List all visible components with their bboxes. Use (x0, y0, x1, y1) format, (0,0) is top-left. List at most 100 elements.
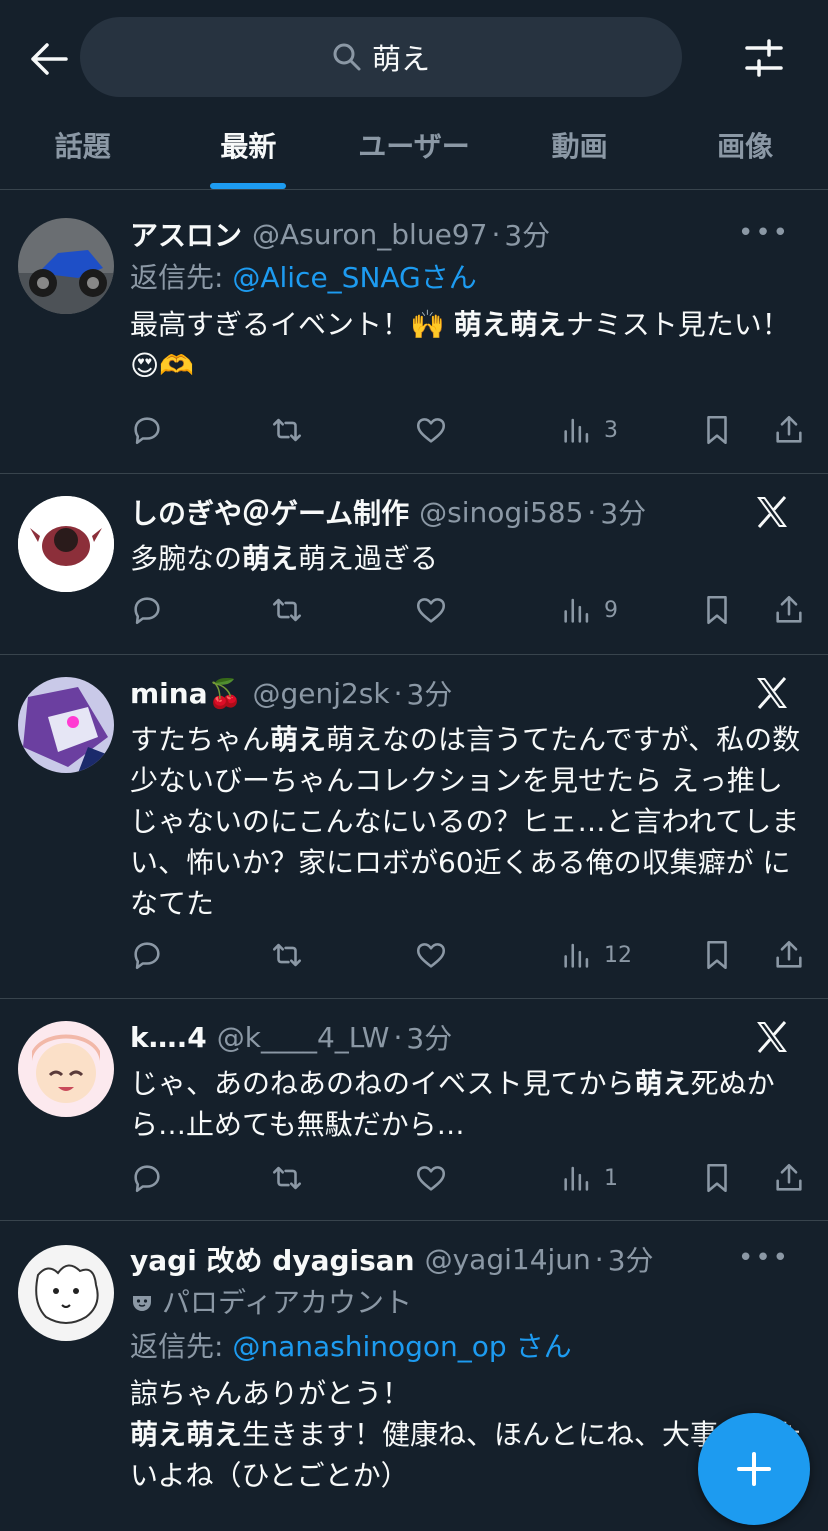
heart-icon (416, 943, 446, 968)
user-handle[interactable]: @genj2sk (252, 677, 389, 710)
views-button[interactable]: 1 (560, 1156, 618, 1200)
tweet-header: mina🍒 @genj2sk · 3分 (130, 671, 810, 715)
timestamp[interactable]: 3分 (406, 1017, 452, 1057)
reply-icon (134, 597, 160, 625)
user-handle[interactable]: @k____4_LW (217, 1021, 390, 1054)
views-button[interactable]: 3 (560, 408, 618, 452)
search-tabs: 話題 最新 ユーザー 動画 画像 (0, 110, 828, 190)
more-icon[interactable]: ••• (738, 218, 790, 248)
reply-button[interactable] (130, 1156, 164, 1200)
tweet[interactable]: mina🍒 @genj2sk · 3分 すたちゃん萌え萌えなのは言うてたんですが… (0, 655, 828, 999)
timestamp[interactable]: 3分 (504, 214, 550, 254)
repost-button[interactable] (270, 588, 304, 632)
view-count: 9 (604, 597, 618, 623)
display-name[interactable]: mina🍒 (130, 677, 242, 710)
timestamp[interactable]: 3分 (600, 492, 646, 532)
arrow-left-icon (31, 43, 68, 75)
display-name[interactable]: アスロン (130, 214, 242, 254)
repost-button[interactable] (270, 1156, 304, 1200)
heart-icon (416, 418, 446, 443)
bookmark-button[interactable] (700, 933, 734, 977)
separator-dot: · (393, 676, 403, 710)
back-button[interactable] (26, 36, 72, 82)
repost-button[interactable] (270, 933, 304, 977)
search-input[interactable]: 萌え (80, 17, 682, 97)
bookmark-button[interactable] (700, 1156, 734, 1200)
view-count: 3 (604, 417, 618, 443)
reply-icon (134, 1165, 160, 1193)
views-button[interactable]: 9 (560, 588, 618, 632)
share-button[interactable] (772, 588, 806, 632)
reply-button[interactable] (130, 588, 164, 632)
tab-top[interactable]: 話題 (0, 110, 166, 189)
repost-icon (272, 943, 302, 967)
user-handle[interactable]: @sinogi585 (419, 496, 583, 529)
avatar[interactable] (18, 677, 114, 773)
tab-latest[interactable]: 最新 (166, 110, 332, 189)
plus-icon (737, 1452, 771, 1486)
timestamp[interactable]: 3分 (407, 673, 453, 713)
display-name[interactable]: しのぎや＠ゲーム制作 (130, 492, 409, 532)
bookmark-icon (707, 415, 727, 445)
bookmark-icon (707, 1163, 727, 1193)
parody-label: パロディアカウント (130, 1281, 810, 1325)
like-button[interactable] (414, 933, 448, 977)
display-name[interactable]: yagi 改め dyagisan (130, 1239, 415, 1279)
repost-icon (272, 598, 302, 622)
tweet-actions: 12 (130, 933, 812, 977)
more-icon[interactable]: ••• (738, 1243, 790, 1273)
tweet[interactable]: しのぎや＠ゲーム制作 @sinogi585 · 3分 多腕なの萌え萌え過ぎる 9 (0, 474, 828, 655)
avatar[interactable] (18, 1021, 114, 1117)
bar-chart-icon (564, 598, 589, 623)
timestamp[interactable]: 3分 (608, 1239, 654, 1279)
tweet-actions: 1 (130, 1156, 812, 1200)
tweet[interactable]: アスロン @Asuron_blue97 · 3分 ••• 返信先: @Alice… (0, 196, 828, 474)
user-handle[interactable]: @yagi14jun (425, 1243, 591, 1276)
bookmark-button[interactable] (700, 408, 734, 452)
tweet-text: 最高すぎるイベント！🙌 萌え萌えナミスト見たい！😍🫶 (130, 308, 790, 382)
share-icon (776, 415, 802, 443)
bookmark-button[interactable] (700, 588, 734, 632)
avatar[interactable] (18, 496, 114, 592)
avatar[interactable] (18, 218, 114, 314)
bookmark-icon (707, 940, 727, 970)
tab-images[interactable]: 画像 (662, 110, 828, 189)
display-name[interactable]: k….4 (130, 1021, 207, 1054)
tweet-header: アスロン @Asuron_blue97 · 3分 (130, 212, 810, 256)
share-icon (776, 595, 802, 623)
share-button[interactable] (772, 933, 806, 977)
reply-button[interactable] (130, 408, 164, 452)
like-button[interactable] (414, 408, 448, 452)
tweet-header: しのぎや＠ゲーム制作 @sinogi585 · 3分 (130, 490, 810, 534)
bar-chart-icon (564, 1166, 589, 1191)
avatar[interactable] (18, 1245, 114, 1341)
reply-button[interactable] (130, 933, 164, 977)
like-button[interactable] (414, 588, 448, 632)
repost-icon (272, 1166, 302, 1190)
reply-icon (134, 942, 160, 970)
repost-button[interactable] (270, 408, 304, 452)
reply-context: 返信先: @nanashinogon_op さん (130, 1330, 572, 1363)
tweet-header: yagi 改め dyagisan @yagi14jun · 3分 (130, 1237, 810, 1281)
tweet-text: すたちゃん萌え萌えなのは言うてたんですが、私の数少ないびーちゃんコレクションを見… (130, 723, 801, 920)
share-button[interactable] (772, 408, 806, 452)
tab-media[interactable]: 動画 (497, 110, 663, 189)
tweet-header: k….4 @k____4_LW · 3分 (130, 1015, 810, 1059)
search-icon (333, 43, 361, 71)
x-logo-icon (757, 1021, 787, 1053)
user-handle[interactable]: @Asuron_blue97 (252, 218, 487, 251)
search-query: 萌え (371, 42, 430, 76)
like-button[interactable] (414, 1156, 448, 1200)
compose-button[interactable] (698, 1413, 810, 1525)
share-button[interactable] (772, 1156, 806, 1200)
reply-mention-link[interactable]: @nanashinogon_op さん (232, 1330, 571, 1363)
tweet[interactable]: k….4 @k____4_LW · 3分 じゃ、あのねあのねのイベスト見てから萌… (0, 999, 828, 1221)
view-count: 12 (604, 942, 632, 968)
views-button[interactable]: 12 (560, 933, 632, 977)
search-filter-button[interactable] (740, 34, 788, 82)
separator-dot: · (393, 1020, 403, 1054)
reply-mention-link[interactable]: @Alice_SNAGさん (232, 261, 476, 294)
reply-icon (134, 417, 160, 445)
tab-people[interactable]: ユーザー (331, 110, 497, 189)
heart-icon (416, 598, 446, 623)
